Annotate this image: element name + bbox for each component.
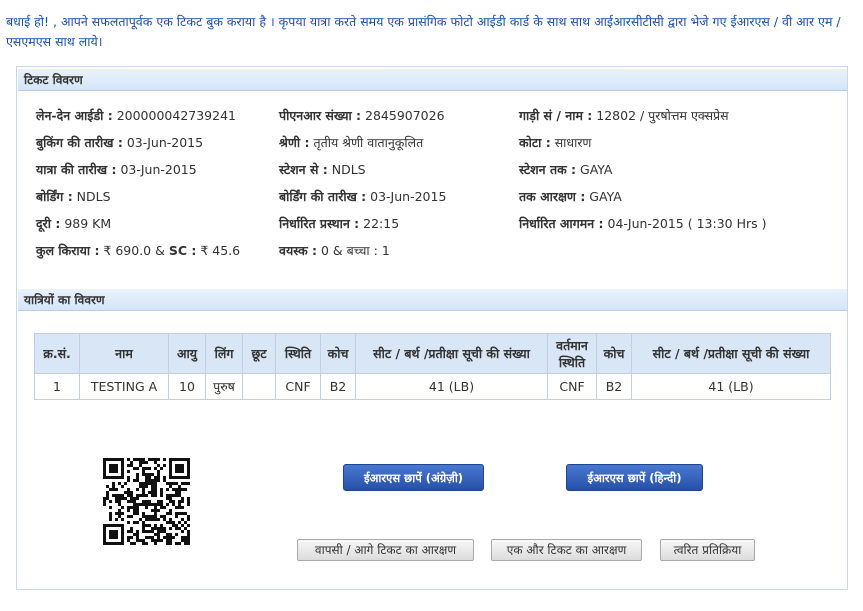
sc-label: SC : xyxy=(168,243,197,258)
detail-field: तक आरक्षण : GAYA xyxy=(519,188,622,205)
detail-value: साधारण xyxy=(550,135,592,150)
col-name: नाम xyxy=(79,333,169,374)
age-cell: 10 xyxy=(168,373,206,400)
detail-field: लेन-देन आईडी : 200000042739241 xyxy=(36,107,236,124)
passenger-table-header: क्र.सं. नाम आयु लिंग छूट स्थिति कोच सीट … xyxy=(34,333,831,374)
detail-field: श्रेणी : तृतीय श्रेणी वातानुकूलित xyxy=(279,134,423,151)
detail-value: 12802 / पुरषोत्तम एक्सप्रेस xyxy=(592,108,729,123)
detail-value: 989 KM xyxy=(60,216,112,231)
ticket-details-header: टिकट विवरण xyxy=(18,69,847,91)
detail-label: बोर्डिंग : xyxy=(36,189,73,204)
detail-label: पीएनआर संख्या : xyxy=(279,108,362,123)
ticket-panel: टिकट विवरण लेन-देन आईडी : 20000004273924… xyxy=(16,66,848,590)
berth-cell: 41 (LB) xyxy=(355,373,548,400)
detail-label: वयस्क : xyxy=(279,243,318,258)
detail-label: बुकिंग की तारीख : xyxy=(36,135,123,150)
detail-value: 22:15 xyxy=(359,216,400,231)
col-serial: क्र.सं. xyxy=(34,333,80,374)
detail-field: बुकिंग की तारीख : 03-Jun-2015 xyxy=(36,134,203,151)
coach-cell: B2 xyxy=(320,373,356,400)
detail-label: लेन-देन आईडी : xyxy=(36,108,113,123)
detail-field: दूरी : 989 KM xyxy=(36,215,111,232)
fare-value: ₹ 690.0 & xyxy=(99,243,169,258)
detail-value: 200000042739241 xyxy=(112,108,236,123)
detail-label: श्रेणी : xyxy=(279,135,310,150)
booking-success-message: बधाई हो! , आपने सफलतापूर्वक एक टिकट बुक … xyxy=(6,14,841,49)
table-row: 1 TESTING A 10 पुरुष CNF B2 41 (LB) CNF … xyxy=(34,373,831,400)
detail-label: तक आरक्षण : xyxy=(519,189,586,204)
col-gender: लिंग xyxy=(205,333,243,374)
detail-label: बोर्डिंग की तारीख : xyxy=(279,189,367,204)
detail-field: स्टेशन से : NDLS xyxy=(279,161,366,178)
current-status-cell: CNF xyxy=(547,373,597,400)
return-ticket-button[interactable]: वापसी / आगे टिकट का आरक्षण xyxy=(297,539,474,561)
qr-code xyxy=(103,458,190,545)
detail-value: GAYA xyxy=(576,162,613,177)
detail-field: वयस्क : 0 & बच्चा : 1 xyxy=(279,242,390,259)
detail-value: 03-Jun-2015 xyxy=(122,135,204,150)
detail-field: बोर्डिंग की तारीख : 03-Jun-2015 xyxy=(279,188,446,205)
detail-label: यात्रा की तारीख : xyxy=(36,162,117,177)
detail-field: बोर्डिंग : NDLS xyxy=(36,188,111,205)
detail-field: निर्धारित आगमन : 04-Jun-2015 ( 13:30 Hrs… xyxy=(519,215,766,232)
sc-value: ₹ 45.6 xyxy=(196,243,241,258)
passenger-table: क्र.सं. नाम आयु लिंग छूट स्थिति कोच सीट … xyxy=(34,333,831,400)
feedback-button[interactable]: त्वरित प्रतिक्रिया xyxy=(660,539,755,561)
detail-label: स्टेशन से : xyxy=(279,162,328,177)
col-age: आयु xyxy=(168,333,206,374)
detail-label: स्टेशन तक : xyxy=(519,162,577,177)
status-cell: CNF xyxy=(275,373,321,400)
col-status: स्थिति xyxy=(275,333,321,374)
detail-label: निर्धारित प्रस्थान : xyxy=(279,216,360,231)
passenger-details-header: यात्रियों का विवरण xyxy=(18,289,847,311)
detail-value: GAYA xyxy=(585,189,622,204)
fare-field: कुल किराया : ₹ 690.0 & SC : ₹ 45.6 xyxy=(36,242,240,259)
detail-field: पीएनआर संख्या : 2845907026 xyxy=(279,107,445,124)
print-ers-hindi-button[interactable]: ईआरएस छापें (हिन्दी) xyxy=(566,464,703,491)
col-berth: सीट / बर्थ /प्रतीक्षा सूची की संख्या xyxy=(355,333,548,374)
detail-value: 2845907026 xyxy=(361,108,445,123)
another-ticket-button[interactable]: एक और टिकट का आरक्षण xyxy=(491,539,642,561)
col-coach: कोच xyxy=(320,333,356,374)
detail-value: 04-Jun-2015 ( 13:30 Hrs ) xyxy=(603,216,767,231)
detail-label: गाड़ी सं / नाम : xyxy=(519,108,593,123)
detail-value: 0 & बच्चा : 1 xyxy=(317,243,390,258)
detail-value: 03-Jun-2015 xyxy=(366,189,447,204)
detail-field: स्टेशन तक : GAYA xyxy=(519,161,613,178)
col-current-status: वर्तमान स्थिति xyxy=(547,333,597,374)
col-current-berth: सीट / बर्थ /प्रतीक्षा सूची की संख्या xyxy=(631,333,831,374)
detail-field: यात्रा की तारीख : 03-Jun-2015 xyxy=(36,161,197,178)
detail-field: कोटा : साधारण xyxy=(519,134,591,151)
detail-label: कोटा : xyxy=(519,135,551,150)
serial-cell: 1 xyxy=(34,373,80,400)
detail-field: गाड़ी सं / नाम : 12802 / पुरषोत्तम एक्सप… xyxy=(519,107,729,124)
detail-label: दूरी : xyxy=(36,216,61,231)
gender-cell: पुरुष xyxy=(205,373,243,400)
fare-label: कुल किराया : xyxy=(36,243,100,258)
col-current-coach: कोच xyxy=(596,333,632,374)
detail-label: निर्धारित आगमन : xyxy=(519,216,604,231)
concession-cell xyxy=(242,373,276,400)
detail-value: तृतीय श्रेणी वातानुकूलित xyxy=(309,135,424,150)
print-ers-english-button[interactable]: ईआरएस छापें (अंग्रेज़ी) xyxy=(343,464,484,491)
col-concession: छूट xyxy=(242,333,276,374)
detail-value: 03-Jun-2015 xyxy=(116,162,197,177)
detail-field: निर्धारित प्रस्थान : 22:15 xyxy=(279,215,399,232)
detail-value: NDLS xyxy=(327,162,366,177)
current-coach-cell: B2 xyxy=(596,373,632,400)
detail-value: NDLS xyxy=(72,189,111,204)
name-cell: TESTING A xyxy=(79,373,169,400)
current-berth-cell: 41 (LB) xyxy=(631,373,831,400)
